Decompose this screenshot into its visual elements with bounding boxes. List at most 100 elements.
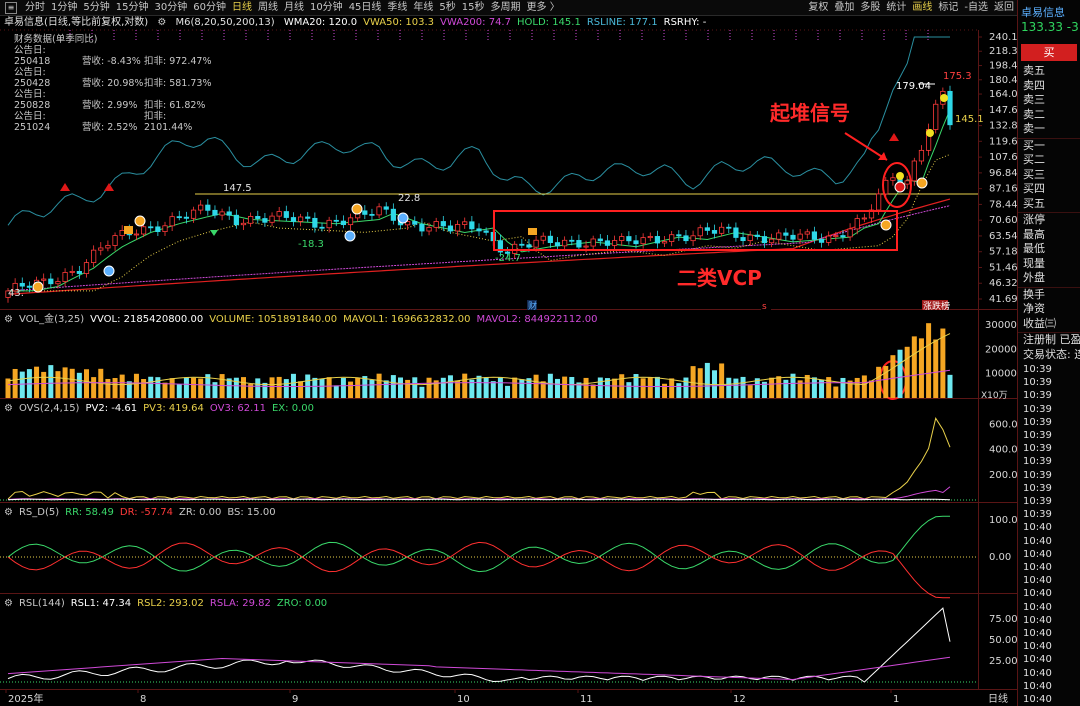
settings-icon[interactable]: ⚙ bbox=[4, 314, 13, 325]
volume-bar bbox=[41, 371, 47, 398]
event-badge-label: 财 bbox=[528, 300, 537, 312]
volume-bar bbox=[255, 378, 261, 398]
settings-icon[interactable]: ⚙ bbox=[4, 507, 13, 518]
yellow-dot-icon bbox=[896, 172, 904, 180]
volume-bar bbox=[654, 376, 660, 398]
candle-body bbox=[26, 285, 33, 288]
signal-triangle-icon bbox=[104, 183, 114, 191]
volume-bar bbox=[319, 378, 325, 398]
ovs-axis-label: 400.0 bbox=[989, 445, 1017, 456]
volume-bar bbox=[419, 386, 425, 398]
indicator-value: ZR: 0.00 bbox=[179, 507, 222, 518]
financial-date: 公告日: 251024 bbox=[14, 111, 51, 133]
flag-icon bbox=[528, 228, 537, 235]
pv3-line bbox=[7, 417, 951, 500]
volume-bar bbox=[562, 376, 568, 398]
candle-body bbox=[554, 242, 561, 247]
indicator-value: ZRO: 0.00 bbox=[276, 598, 328, 609]
candle-body bbox=[347, 217, 354, 226]
financial-title: 财务数据(单季同比) bbox=[14, 34, 98, 45]
volume-header: ⚙ VOL_金(3,25) VVOL: 2185420800.00 VOLUME: 1… bbox=[4, 313, 604, 327]
candle-body bbox=[440, 221, 446, 227]
candle-body bbox=[55, 281, 61, 285]
volume-bar bbox=[590, 384, 596, 398]
stat-item: 净资 bbox=[1023, 302, 1045, 315]
candle-body bbox=[676, 234, 682, 237]
volume-bar bbox=[640, 378, 646, 398]
candle-body bbox=[690, 235, 696, 242]
trade-time: 10:40 bbox=[1023, 522, 1052, 534]
pane-sep bbox=[0, 502, 1017, 503]
indicator-value: RR: 58.49 bbox=[65, 507, 114, 518]
candle-body bbox=[811, 231, 818, 240]
price-axis-label: 70.60 bbox=[989, 215, 1017, 226]
candle-body bbox=[362, 210, 368, 215]
ovs-axis-label: 600.0 bbox=[989, 420, 1017, 431]
candle-body bbox=[233, 214, 239, 226]
trade-time: 10:39 bbox=[1023, 430, 1052, 441]
candle-body bbox=[804, 231, 810, 235]
volume-bar bbox=[19, 371, 25, 398]
trade-time: 10:39 bbox=[1023, 509, 1052, 521]
candle-body bbox=[761, 236, 768, 244]
trade-time: 10:39 bbox=[1023, 416, 1052, 428]
candle-body bbox=[911, 160, 917, 182]
volume-bar bbox=[911, 336, 917, 398]
trade-time: 10:39 bbox=[1023, 364, 1052, 375]
volume-bar bbox=[34, 366, 40, 398]
candle-body bbox=[454, 224, 461, 232]
volume-bar bbox=[869, 380, 874, 398]
volume-bar bbox=[191, 377, 197, 398]
volume-bar bbox=[326, 377, 332, 398]
settings-icon[interactable]: ⚙ bbox=[4, 598, 13, 609]
trade-time: 10:39 bbox=[1023, 377, 1052, 389]
candle-body bbox=[933, 103, 939, 130]
price-axis-label: 51.46 bbox=[989, 262, 1017, 273]
volume-bar bbox=[298, 381, 304, 398]
settings-icon[interactable]: ⚙ bbox=[4, 403, 13, 414]
candle-body bbox=[290, 217, 297, 222]
indicator-value: MAVOL2: 844922112.00 bbox=[476, 314, 598, 325]
candle-body bbox=[312, 217, 318, 228]
financial-np: 扣非: 972.47% bbox=[144, 56, 212, 67]
volume-bar bbox=[12, 368, 18, 398]
candle-body bbox=[276, 211, 282, 217]
volume-bar bbox=[369, 379, 375, 398]
financial-rev: 营收: 20.98% bbox=[82, 78, 144, 89]
financial-rev: 营收: 2.52% bbox=[82, 122, 138, 133]
trade-time: 10:40 bbox=[1023, 601, 1052, 613]
volume-bar bbox=[333, 385, 339, 398]
trade-time: 10:39 bbox=[1023, 390, 1052, 402]
candle-body bbox=[326, 219, 332, 229]
trade-time: 10:39 bbox=[1023, 403, 1052, 415]
rsd-axis-label: 100.0 bbox=[989, 515, 1017, 526]
rr-line bbox=[7, 515, 950, 573]
volume-bar bbox=[426, 377, 432, 398]
volume-bar bbox=[940, 328, 946, 398]
candle-body bbox=[847, 228, 853, 238]
reg-status: 注册制 已盈 bbox=[1023, 333, 1080, 346]
volume-bar bbox=[48, 365, 54, 398]
indicator-value: PV2: -4.61 bbox=[85, 403, 138, 414]
price-axis-label: 218.3 bbox=[989, 46, 1017, 57]
event-badge-label: s bbox=[762, 302, 767, 312]
trade-time: 10:40 bbox=[1023, 548, 1052, 560]
volume-bar bbox=[283, 379, 289, 398]
rsl-axis-label: 75.00 bbox=[989, 614, 1017, 625]
price-axis-label: 96.84 bbox=[989, 168, 1017, 179]
buy-button[interactable]: 买 bbox=[1021, 44, 1077, 61]
volume-bar bbox=[390, 375, 396, 398]
sidebar-symbol[interactable]: 卓易信息 bbox=[1021, 4, 1065, 20]
candle-body bbox=[890, 177, 896, 181]
candle-body bbox=[219, 211, 225, 216]
volume-axis-label: 10000 bbox=[985, 369, 1017, 380]
indicator-value: RSLA: 29.82 bbox=[209, 598, 271, 609]
candle-body bbox=[240, 222, 247, 226]
candle-body bbox=[840, 235, 846, 238]
trade-time: 10:40 bbox=[1023, 654, 1052, 666]
trade-time: 10:40 bbox=[1023, 641, 1052, 653]
trade-time: 10:40 bbox=[1023, 667, 1052, 679]
indicator-value: OV3: 62.11 bbox=[209, 403, 266, 414]
candle-body bbox=[604, 240, 611, 246]
volume-bar bbox=[383, 380, 389, 398]
